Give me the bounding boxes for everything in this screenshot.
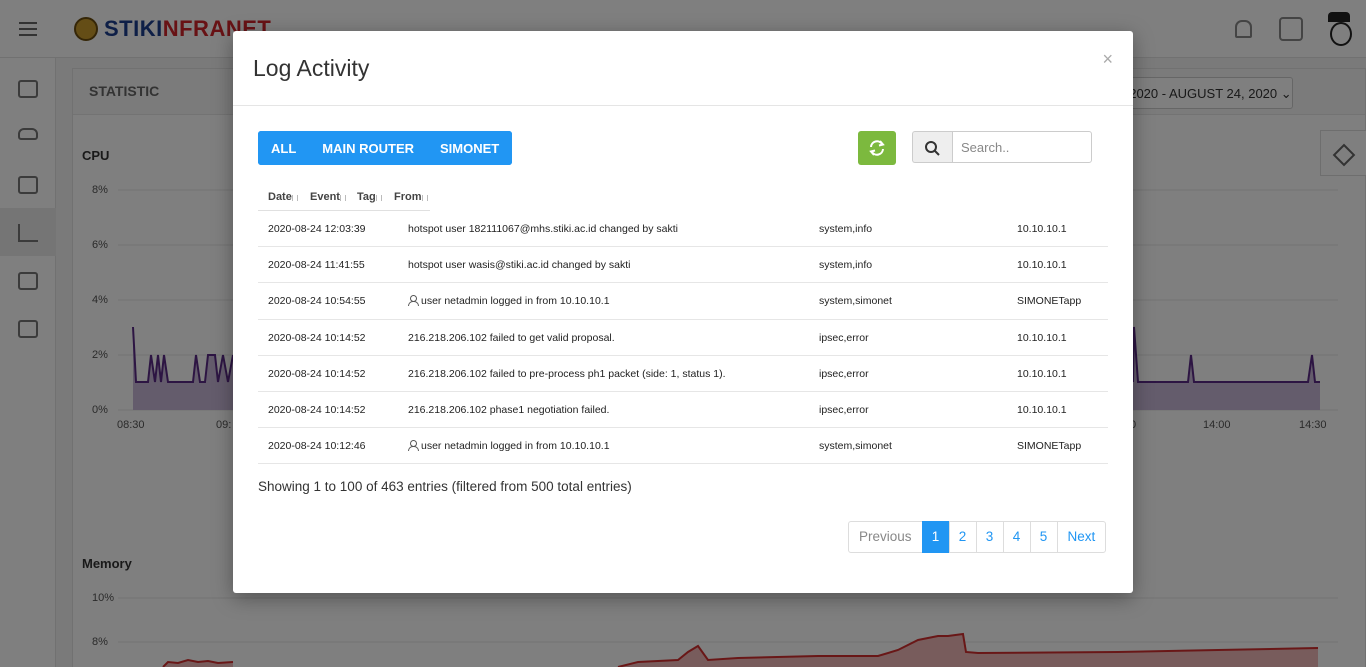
cell-from: 10.10.10.1 <box>1017 403 1067 416</box>
cell-tag: ipsec,error <box>819 367 869 380</box>
cell-event: 216.218.206.102 phase1 negotiation faile… <box>408 403 610 416</box>
filter-all-button[interactable]: ALL <box>258 131 310 165</box>
cell-date: 2020-08-24 10:14:52 <box>268 403 366 416</box>
pagination-previous[interactable]: Previous <box>848 521 923 553</box>
pagination-page[interactable]: 4 <box>1002 521 1031 553</box>
cell-tag: ipsec,error <box>819 403 869 416</box>
cell-tag: system,simonet <box>819 440 892 453</box>
cell-from: SIMONETapp <box>1017 295 1082 308</box>
cell-event: user netadmin logged in from 10.10.10.1 <box>408 440 610 452</box>
cell-from: SIMONETapp <box>1017 440 1082 453</box>
close-icon[interactable]: × <box>1102 49 1113 70</box>
pagination: Previous 1 2 3 4 5 Next <box>848 521 1107 553</box>
cell-from: 10.10.10.1 <box>1017 331 1067 344</box>
cell-tag: system,info <box>819 223 873 235</box>
search-group <box>912 131 1092 163</box>
filter-simonet-button[interactable]: SIMONET <box>427 131 513 165</box>
cell-date: 2020-08-24 10:12:46 <box>268 440 366 453</box>
user-icon <box>408 295 419 307</box>
table-row: 2020-08-24 10:54:55 user netadmin logged … <box>258 283 1108 320</box>
cell-event-text: user netadmin logged in from 10.10.10.1 <box>421 440 610 453</box>
cell-from: 10.10.10.1 <box>1017 367 1067 380</box>
table-row: 2020-08-24 10:14:52 216.218.206.102 faile… <box>258 320 1108 356</box>
cell-tag: ipsec,error <box>819 331 869 344</box>
search-input[interactable] <box>952 131 1092 163</box>
cell-date: 2020-08-24 10:14:52 <box>268 331 366 344</box>
cell-tag: system,info <box>819 259 873 272</box>
log-table-body: 2020-08-24 12:03:39 hotspot user 18211106… <box>258 211 1108 465</box>
cell-from: 10.10.10.1 <box>1017 259 1067 272</box>
filter-main-router-button[interactable]: MAIN ROUTER <box>309 131 427 165</box>
cell-event: hotspot user wasis@stiki.ac.id changed b… <box>408 259 631 272</box>
table-row: 2020-08-24 10:14:52 216.218.206.102 faile… <box>258 356 1108 392</box>
table-info: Showing 1 to 100 of 463 entries (filtere… <box>258 479 632 494</box>
modal-title: Log Activity <box>253 55 370 81</box>
pagination-next[interactable]: Next <box>1056 521 1107 553</box>
pagination-page[interactable]: 5 <box>1029 521 1058 553</box>
cell-date: 2020-08-24 11:41:55 <box>268 259 365 272</box>
cell-event-text: user netadmin logged in from 10.10.10.1 <box>421 295 610 308</box>
cell-event: 216.218.206.102 failed to get valid prop… <box>408 331 615 344</box>
search-icon[interactable] <box>912 131 952 163</box>
cell-event: hotspot user 182111067@mhs.stiki.ac.id c… <box>408 223 679 235</box>
pagination-page[interactable]: 1 <box>921 521 950 553</box>
table-row: 2020-08-24 10:12:46 user netadmin logged … <box>258 428 1108 465</box>
pagination-page[interactable]: 2 <box>948 521 977 553</box>
refresh-icon <box>869 140 885 156</box>
table-row: 2020-08-24 12:03:39 hotspot user 18211106… <box>258 211 1108 248</box>
column-header-event[interactable]: Event <box>310 191 346 203</box>
log-filter-group: ALL MAIN ROUTER SIMONET <box>258 131 513 165</box>
table-row: 2020-08-24 11:41:55 hotspot user wasis@st… <box>258 247 1108 284</box>
column-header-from[interactable]: From <box>394 191 427 203</box>
table-header: Date Event Tag From <box>258 183 430 211</box>
pagination-page[interactable]: 3 <box>975 521 1004 553</box>
column-header-tag[interactable]: Tag <box>357 191 382 203</box>
cell-tag: system,simonet <box>819 295 892 308</box>
table-row: 2020-08-24 10:14:52 216.218.206.102 phase… <box>258 392 1108 429</box>
refresh-button[interactable] <box>858 131 896 165</box>
user-icon <box>408 440 419 452</box>
cell-date: 2020-08-24 10:14:52 <box>268 367 366 380</box>
cell-event: user netadmin logged in from 10.10.10.1 <box>408 295 610 307</box>
column-header-date[interactable]: Date <box>268 191 298 203</box>
cell-date: 2020-08-24 10:54:55 <box>268 295 366 308</box>
cell-event: 216.218.206.102 failed to pre-process ph… <box>408 367 726 380</box>
log-activity-modal: Log Activity × ALL MAIN ROUTER SIMONET D… <box>233 31 1133 593</box>
modal-header: Log Activity × <box>233 31 1133 106</box>
cell-from: 10.10.10.1 <box>1017 223 1067 235</box>
cell-date: 2020-08-24 12:03:39 <box>268 223 366 235</box>
